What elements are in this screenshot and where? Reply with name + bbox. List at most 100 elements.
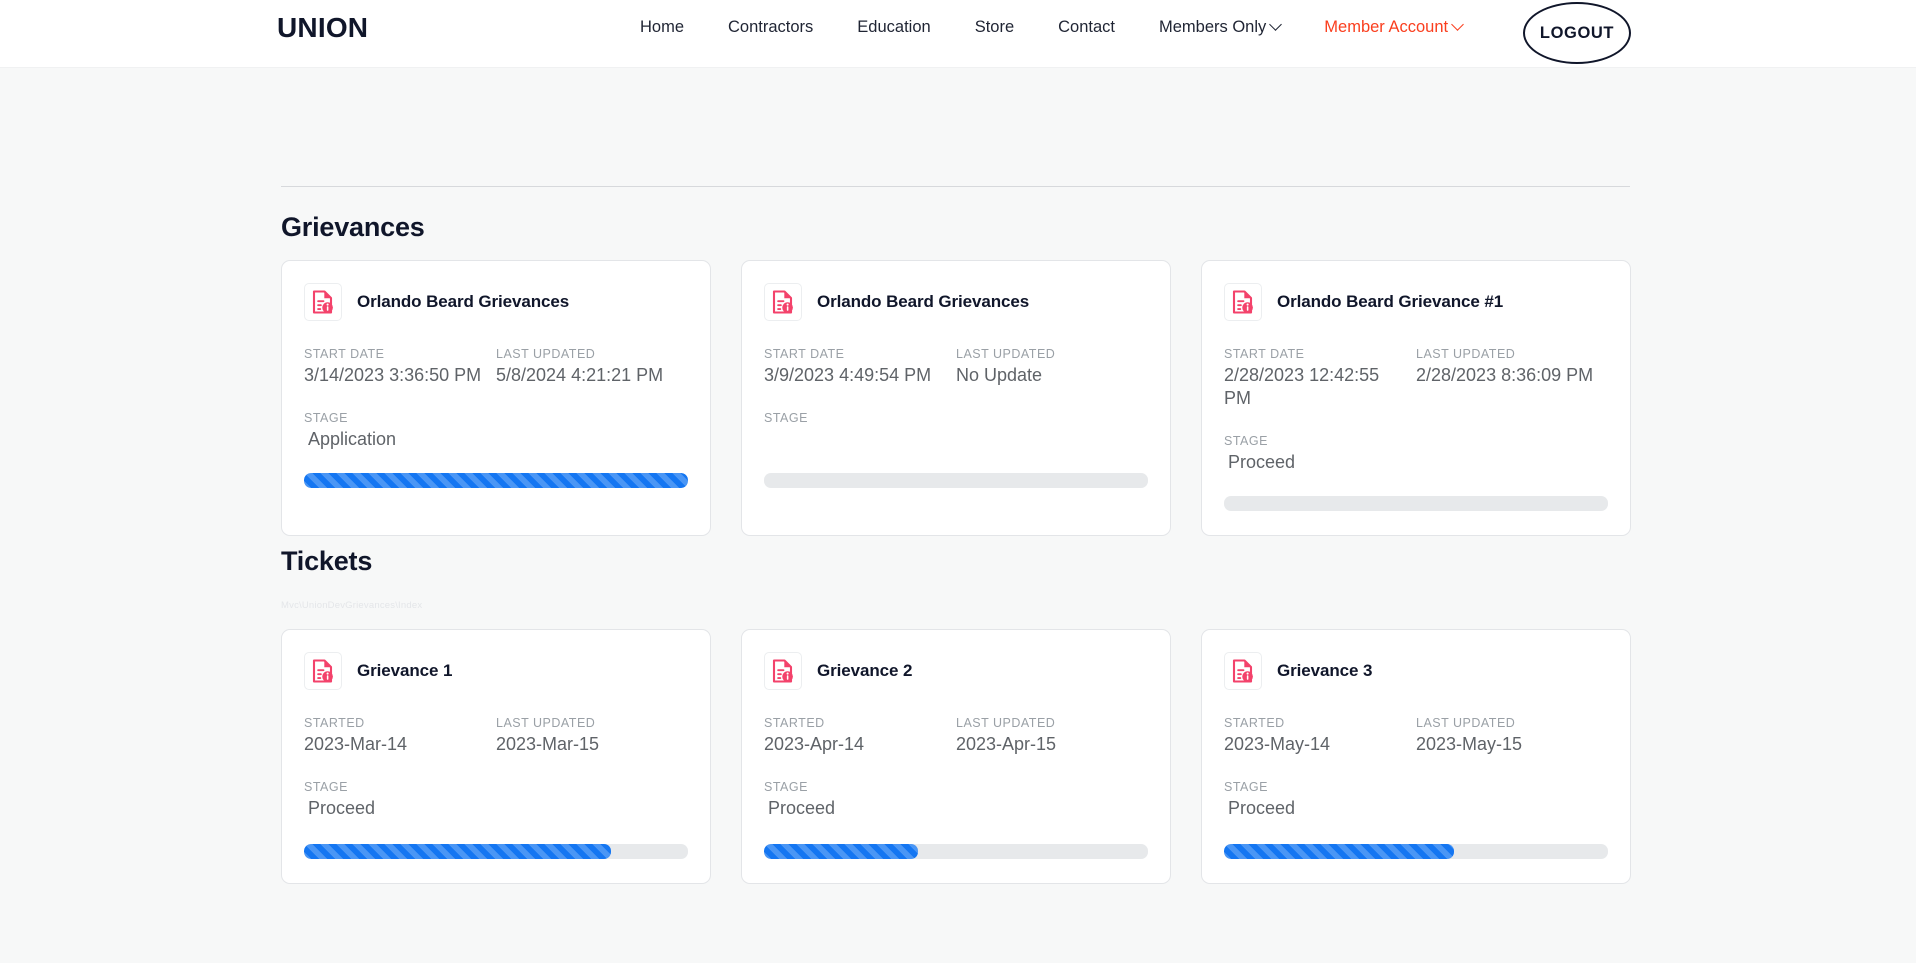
ticket-card[interactable]: Grievance 2 STARTED 2023-Apr-14 LAST UPD…	[741, 629, 1171, 885]
chevron-down-icon	[1451, 18, 1464, 31]
document-alert-icon	[764, 283, 802, 321]
stage-label: STAGE	[304, 780, 348, 795]
tickets-section-title: Tickets	[281, 546, 373, 577]
last-updated-value: 2023-Mar-15	[496, 734, 600, 755]
nav-item-home[interactable]: Home	[640, 18, 684, 37]
nav-item-education[interactable]: Education	[857, 18, 930, 37]
section-divider	[281, 186, 1630, 187]
card-meta-row: STARTED 2023-Apr-14 LAST UPDATED 2023-Ap…	[764, 716, 1148, 756]
chevron-down-icon	[1269, 18, 1283, 31]
start-date-value: 3/14/2023 3:36:50 PM	[304, 365, 482, 385]
stage-value	[764, 428, 1148, 453]
stage-label: STAGE	[764, 780, 808, 795]
nav-label: Members Only	[1159, 18, 1267, 36]
grievance-card[interactable]: Orlando Beard Grievances START DATE 3/9/…	[741, 260, 1171, 537]
logout-button[interactable]: LOGOUT	[1523, 2, 1631, 64]
site-header: UNION Home Contractors Education Store C…	[0, 0, 1916, 68]
last-updated-field: LAST UPDATED 2023-May-15	[1416, 716, 1608, 756]
stage-label: STAGE	[1224, 434, 1268, 449]
last-updated-label: LAST UPDATED	[496, 347, 596, 361]
route-hint-text: Mvc\UnionDevGrievances\Index	[281, 600, 423, 612]
start-date-value: 3/9/2023 4:49:54 PM	[764, 365, 932, 385]
ticket-card[interactable]: Grievance 1 STARTED 2023-Mar-14 LAST UPD…	[281, 629, 711, 885]
document-alert-icon	[764, 652, 802, 691]
started-label: STARTED	[1224, 716, 1285, 731]
document-alert-icon	[304, 652, 342, 691]
card-header: Grievance 1	[304, 652, 688, 691]
stage-label: STAGE	[1224, 780, 1268, 795]
card-meta-row: STARTED 2023-May-14 LAST UPDATED 2023-Ma…	[1224, 716, 1608, 756]
nav-label: Home	[640, 18, 685, 36]
card-title: Grievance 3	[1277, 661, 1373, 681]
start-date-label: START DATE	[764, 347, 845, 361]
stage-field: STAGE	[764, 411, 1148, 453]
start-date-label: START DATE	[1224, 347, 1305, 361]
stage-field: STAGE Proceed	[1224, 434, 1608, 476]
document-alert-icon	[304, 283, 342, 321]
start-date-value: 2/28/2023 12:42:55 PM	[1224, 365, 1380, 409]
card-title: Grievance 2	[817, 661, 913, 681]
nav-label: Member Account	[1324, 18, 1449, 36]
last-updated-field: LAST UPDATED 2023-Apr-15	[956, 716, 1148, 756]
started-value: 2023-Mar-14	[304, 734, 408, 755]
last-updated-field: LAST UPDATED No Update	[956, 347, 1148, 387]
grievance-card[interactable]: Orlando Beard Grievances START DATE 3/14…	[281, 260, 711, 537]
started-field: STARTED 2023-Apr-14	[764, 716, 956, 756]
last-updated-field: LAST UPDATED 2023-Mar-15	[496, 716, 688, 756]
progress-bar	[1224, 844, 1608, 860]
progress-bar-fill	[304, 844, 612, 860]
progress-bar	[304, 844, 688, 860]
stage-value: Proceed	[308, 798, 376, 819]
last-updated-label: LAST UPDATED	[1416, 716, 1516, 731]
card-title: Orlando Beard Grievance #1	[1277, 292, 1504, 311]
progress-bar	[304, 473, 688, 489]
stage-value: Application	[308, 429, 397, 450]
progress-bar-fill	[764, 844, 918, 860]
last-updated-label: LAST UPDATED	[956, 347, 1056, 361]
nav-item-member-account[interactable]: Member Account	[1324, 18, 1464, 37]
main-navigation: Home Contractors Education Store Contact…	[640, 18, 1464, 37]
start-date-field: START DATE 3/14/2023 3:36:50 PM	[304, 347, 496, 387]
progress-bar-fill	[1224, 844, 1455, 860]
nav-item-contractors[interactable]: Contractors	[728, 18, 813, 37]
last-updated-value: 2/28/2023 8:36:09 PM	[1416, 365, 1594, 385]
card-header: Orlando Beard Grievance #1	[1224, 283, 1608, 321]
stage-value: Proceed	[768, 798, 836, 819]
ticket-card[interactable]: Grievance 3 STARTED 2023-May-14 LAST UPD…	[1201, 629, 1631, 885]
last-updated-value: 2023-May-15	[1416, 734, 1523, 755]
stage-label: STAGE	[764, 411, 808, 426]
started-label: STARTED	[764, 716, 825, 731]
nav-label: Store	[974, 18, 1015, 36]
tickets-card-grid: Grievance 1 STARTED 2023-Mar-14 LAST UPD…	[281, 629, 1631, 885]
card-header: Orlando Beard Grievances	[304, 283, 688, 321]
nav-item-contact[interactable]: Contact	[1058, 18, 1115, 37]
page-body: Grievances Orlando Beard Grievances STAR…	[0, 68, 1916, 963]
progress-bar-fill	[304, 473, 688, 489]
card-meta-row: START DATE 2/28/2023 12:42:55 PM LAST UP…	[1224, 347, 1608, 410]
started-label: STARTED	[304, 716, 365, 731]
started-field: STARTED 2023-Mar-14	[304, 716, 496, 756]
nav-item-store[interactable]: Store	[975, 18, 1014, 37]
stage-value: Proceed	[1228, 798, 1296, 819]
start-date-field: START DATE 3/9/2023 4:49:54 PM	[764, 347, 956, 387]
last-updated-field: LAST UPDATED 2/28/2023 8:36:09 PM	[1416, 347, 1608, 410]
nav-item-members-only[interactable]: Members Only	[1159, 18, 1283, 37]
stage-label: STAGE	[304, 411, 348, 426]
grievance-card[interactable]: Orlando Beard Grievance #1 START DATE 2/…	[1201, 260, 1631, 537]
last-updated-field: LAST UPDATED 5/8/2024 4:21:21 PM	[496, 347, 688, 387]
started-value: 2023-May-14	[1224, 734, 1331, 755]
start-date-label: START DATE	[304, 347, 385, 361]
grievances-section-title: Grievances	[281, 212, 425, 242]
last-updated-label: LAST UPDATED	[956, 716, 1056, 731]
card-header: Grievance 3	[1224, 652, 1608, 691]
brand-logo[interactable]: UNION	[277, 12, 368, 44]
stage-field: STAGE Proceed	[304, 780, 688, 822]
card-title: Grievance 1	[357, 661, 453, 681]
last-updated-label: LAST UPDATED	[496, 716, 596, 731]
nav-label: Contact	[1058, 18, 1115, 36]
card-title: Orlando Beard Grievances	[357, 292, 570, 311]
card-meta-row: START DATE 3/9/2023 4:49:54 PM LAST UPDA…	[764, 347, 1148, 387]
stage-field: STAGE Proceed	[764, 780, 1148, 822]
last-updated-value: 5/8/2024 4:21:21 PM	[496, 365, 664, 385]
card-meta-row: STARTED 2023-Mar-14 LAST UPDATED 2023-Ma…	[304, 716, 688, 756]
